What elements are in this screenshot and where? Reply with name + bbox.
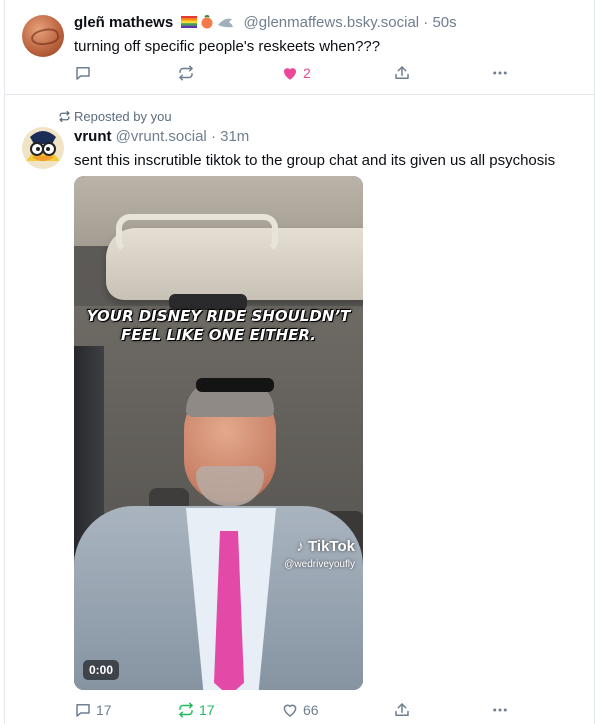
video-caption-line: YOUR DISNEY RIDE SHOULDN’T bbox=[86, 307, 351, 325]
author-handle[interactable]: @vrunt.social bbox=[116, 128, 207, 145]
post-time[interactable]: · 50s bbox=[423, 14, 456, 31]
heart-outline-icon bbox=[283, 704, 297, 717]
post-header: vrunt @vrunt.social · 31m bbox=[74, 128, 249, 146]
share-icon bbox=[395, 703, 409, 716]
like-count: 2 bbox=[303, 65, 311, 81]
post-actions: 2 bbox=[74, 62, 574, 84]
post-text: sent this inscrutible tiktok to the grou… bbox=[74, 152, 556, 169]
name-emoji-icons bbox=[181, 15, 237, 34]
tiktok-logo-text: TikTok bbox=[308, 538, 355, 555]
author-handle[interactable]: @glenmaffews.bsky.social bbox=[244, 14, 420, 31]
video-player[interactable]: YOUR DISNEY RIDE SHOULDN’T FEEL LIKE ONE… bbox=[74, 176, 363, 690]
author-name[interactable]: gleñ mathews bbox=[74, 14, 173, 31]
video-caption: YOUR DISNEY RIDE SHOULDN’T FEEL LIKE ONE… bbox=[74, 307, 363, 345]
feed: gleñ mathews @glenmaffews.bsky.social · … bbox=[0, 0, 595, 724]
video-timestamp[interactable]: 0:00 bbox=[83, 660, 120, 680]
avatar[interactable] bbox=[22, 15, 64, 57]
heart-filled-icon bbox=[284, 68, 296, 80]
post-header: gleñ mathews @glenmaffews.bsky.social · … bbox=[74, 14, 457, 34]
repost-button[interactable]: 17 bbox=[177, 699, 215, 721]
share-button[interactable] bbox=[393, 62, 411, 84]
more-options-button[interactable] bbox=[491, 699, 509, 721]
like-button[interactable]: 66 bbox=[281, 699, 319, 721]
post-time[interactable]: · 31m bbox=[211, 128, 249, 145]
tiktok-username: @wedriveyoufly bbox=[284, 559, 355, 570]
like-button[interactable]: 2 bbox=[281, 62, 311, 84]
reply-icon bbox=[76, 704, 90, 717]
reply-button[interactable]: 17 bbox=[74, 699, 112, 721]
repost-icon bbox=[179, 702, 193, 718]
tiktok-watermark: ♪ TikTok @wedriveyoufly bbox=[284, 538, 355, 570]
reply-count: 17 bbox=[96, 702, 112, 718]
feed-post[interactable]: Reposted by you vrunt @vrunt.social · 31… bbox=[5, 95, 594, 724]
feed-post[interactable]: gleñ mathews @glenmaffews.bsky.social · … bbox=[5, 0, 594, 95]
author-name[interactable]: vrunt bbox=[74, 128, 112, 145]
like-count: 66 bbox=[303, 702, 319, 718]
video-caption-line: FEEL LIKE ONE EITHER. bbox=[121, 326, 316, 344]
more-options-button[interactable] bbox=[491, 62, 509, 84]
post-actions: 17 17 66 bbox=[74, 699, 574, 721]
avatar[interactable] bbox=[22, 127, 64, 169]
reply-icon bbox=[76, 67, 90, 80]
share-icon bbox=[395, 66, 409, 79]
repost-label: Reposted by you bbox=[74, 109, 172, 124]
repost-small-icon bbox=[59, 110, 70, 123]
ellipsis-icon bbox=[493, 71, 507, 75]
tiktok-note-icon: ♪ bbox=[296, 538, 304, 555]
repost-indicator[interactable]: Reposted by you bbox=[58, 109, 172, 124]
repost-icon bbox=[179, 65, 193, 81]
repost-count: 17 bbox=[199, 702, 215, 718]
ellipsis-icon bbox=[493, 708, 507, 712]
post-text: turning off specific people's reskeets w… bbox=[74, 38, 381, 55]
share-button[interactable] bbox=[393, 699, 411, 721]
reply-button[interactable] bbox=[74, 62, 96, 84]
repost-button[interactable] bbox=[177, 62, 199, 84]
